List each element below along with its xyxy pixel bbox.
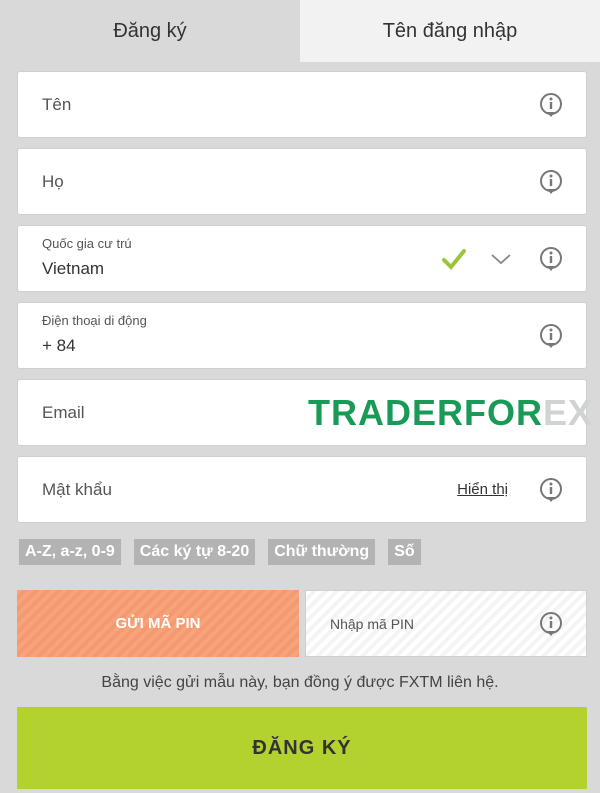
consent-text: Bằng việc gửi mẫu này, bạn đồng ý được F… bbox=[101, 674, 499, 691]
send-pin-button[interactable]: GỬI MÃ PIN bbox=[17, 590, 299, 657]
password-label: Mật khẩu bbox=[42, 479, 112, 499]
register-button[interactable]: ĐĂNG KÝ bbox=[17, 707, 587, 789]
country-select[interactable]: Quốc gia cư trú Vietnam bbox=[17, 225, 587, 292]
rule-charset: A-Z, a-z, 0-9 bbox=[19, 539, 121, 565]
first-name-label: Tên bbox=[42, 94, 72, 114]
show-password-link[interactable]: Hiển thị bbox=[457, 481, 508, 498]
rule-lowercase: Chữ thường bbox=[268, 539, 376, 565]
email-label: Email bbox=[42, 402, 85, 422]
info-icon[interactable] bbox=[538, 323, 564, 349]
tab-register[interactable]: Đăng ký bbox=[0, 0, 300, 62]
info-icon[interactable] bbox=[538, 92, 564, 118]
watermark-text: TRADERFOR bbox=[308, 391, 543, 433]
rule-length: Các ký tự 8-20 bbox=[133, 539, 256, 565]
info-icon[interactable] bbox=[538, 169, 564, 195]
last-name-field[interactable]: Họ bbox=[17, 148, 587, 215]
info-icon[interactable] bbox=[538, 246, 564, 272]
phone-field[interactable]: Điện thoại di động + 84 bbox=[17, 302, 587, 369]
info-icon[interactable] bbox=[538, 477, 564, 503]
first-name-field[interactable]: Tên bbox=[17, 71, 587, 138]
phone-value: + 84 bbox=[42, 336, 76, 355]
pin-placeholder: Nhập mã PIN bbox=[330, 615, 415, 632]
watermark-logo: TRADERFOR EX bbox=[308, 380, 593, 445]
watermark-text-fade: EX bbox=[542, 391, 594, 433]
email-field[interactable]: Email TRADERFOR EX bbox=[17, 379, 592, 446]
tab-bar: Đăng ký Tên đăng nhập bbox=[0, 0, 600, 62]
tab-login[interactable]: Tên đăng nhập bbox=[300, 0, 600, 62]
rule-digit: Số bbox=[388, 539, 421, 565]
check-icon bbox=[442, 248, 466, 270]
phone-label: Điện thoại di động bbox=[42, 313, 147, 328]
password-field[interactable]: Mật khẩu Hiển thị bbox=[17, 456, 587, 523]
last-name-label: Họ bbox=[42, 171, 64, 191]
pin-input[interactable]: Nhập mã PIN bbox=[305, 590, 587, 657]
country-value: Vietnam bbox=[42, 259, 105, 278]
info-icon[interactable] bbox=[538, 611, 564, 637]
country-label: Quốc gia cư trú bbox=[42, 236, 132, 251]
chevron-down-icon[interactable] bbox=[490, 251, 512, 267]
password-rules: A-Z, a-z, 0-9 Các ký tự 8-20 Chữ thường … bbox=[19, 539, 421, 565]
